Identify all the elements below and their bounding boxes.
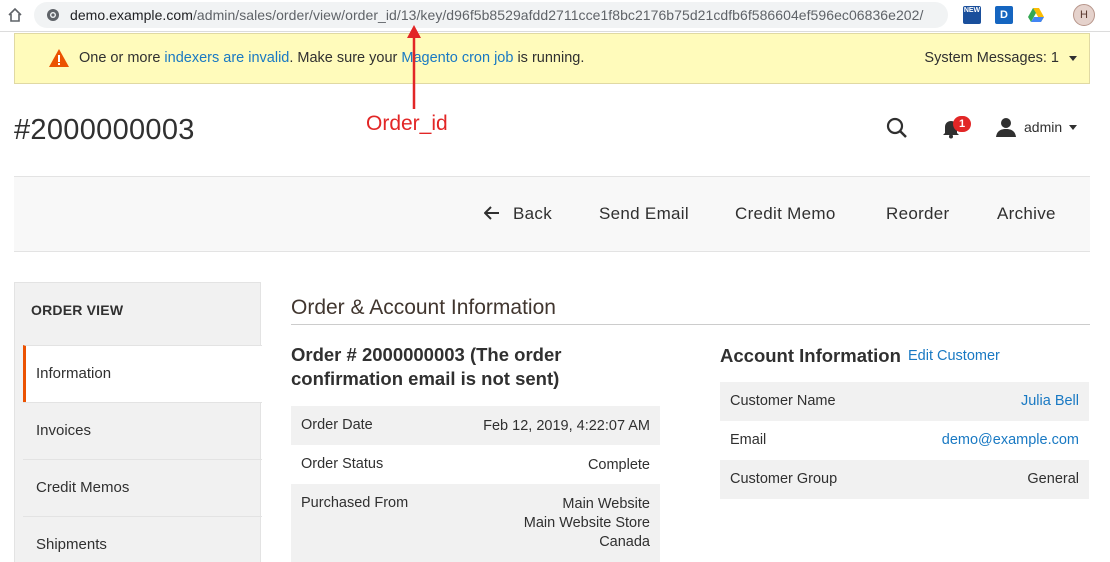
warning-icon [49, 49, 69, 67]
page-title: #2000000003 [14, 114, 195, 146]
order-heading: Order # 2000000003 (The order confirmati… [291, 344, 562, 389]
tab-invoices[interactable]: Invoices [23, 402, 262, 459]
archive-button[interactable]: Archive [997, 204, 1056, 224]
row-label: Customer Group [730, 471, 838, 487]
d-extension-label: D [1000, 9, 1008, 21]
section-divider [291, 324, 1090, 325]
table-row: Customer Group General [720, 460, 1089, 499]
reorder-button[interactable]: Reorder [886, 204, 950, 224]
profile-avatar[interactable]: H [1073, 4, 1095, 26]
url-path: /admin/sales/order/view/order_id/13/key/… [192, 7, 924, 23]
user-icon[interactable] [995, 116, 1017, 138]
news-extension-icon[interactable]: NEW [963, 6, 981, 24]
row-label: Customer Name [730, 393, 836, 409]
order-status-value: Complete [587, 457, 650, 473]
site-info-icon[interactable] [46, 8, 60, 22]
table-row: Order Date Feb 12, 2019, 4:22:07 AM [291, 406, 660, 445]
message-middle: . Make sure your [289, 50, 402, 66]
edit-customer-link[interactable]: Edit Customer [908, 348, 1000, 364]
table-row: Email demo@example.com [720, 421, 1089, 460]
table-row: Customer Name Julia Bell [720, 382, 1089, 421]
system-message-text: One or more indexers are invalid. Make s… [79, 50, 584, 66]
customer-group-value: General [1027, 471, 1079, 487]
indexers-link[interactable]: indexers are invalid [164, 50, 289, 66]
row-label: Email [730, 432, 767, 448]
tab-credit-memos[interactable]: Credit Memos [23, 459, 262, 516]
system-messages-count[interactable]: System Messages: 1 [924, 50, 1059, 66]
search-icon[interactable] [886, 117, 908, 139]
table-row: Order Status Complete [291, 445, 660, 484]
nav-title: ORDER VIEW [31, 302, 124, 318]
tab-label: Invoices [36, 422, 92, 439]
customer-email-link[interactable]: demo@example.com [942, 432, 1079, 448]
annotation-arrow [407, 25, 421, 109]
browser-toolbar: demo.example.com/admin/sales/order/view/… [0, 0, 1110, 32]
purchased-from-value: Main Website Main Website Store Canada [524, 495, 650, 552]
news-extension-label: NEW [963, 7, 981, 14]
google-drive-icon[interactable] [1027, 6, 1045, 24]
website-name: Main Website [562, 496, 650, 512]
url-text[interactable]: demo.example.com/admin/sales/order/view/… [70, 7, 923, 23]
table-row: Purchased From Main Website Main Website… [291, 484, 660, 562]
row-label: Purchased From [301, 495, 409, 511]
tab-shipments[interactable]: Shipments [23, 516, 262, 562]
chevron-down-icon[interactable] [1069, 56, 1077, 61]
store-view-name: Canada [599, 534, 650, 550]
customer-name-link[interactable]: Julia Bell [1021, 393, 1079, 409]
order-info-table: Order Date Feb 12, 2019, 4:22:07 AM Orde… [291, 406, 660, 562]
row-label: Order Date [301, 417, 373, 433]
back-button[interactable]: Back [513, 204, 552, 224]
order-date-value: Feb 12, 2019, 4:22:07 AM [483, 418, 650, 434]
profile-initial: H [1080, 9, 1088, 21]
admin-user-menu[interactable]: admin [1024, 119, 1062, 135]
home-icon[interactable] [6, 6, 24, 24]
credit-memo-button[interactable]: Credit Memo [735, 204, 836, 224]
notification-badge[interactable]: 1 [953, 116, 971, 132]
d-extension-icon[interactable]: D [995, 6, 1013, 24]
system-messages-banner: One or more indexers are invalid. Make s… [14, 33, 1090, 84]
account-info-heading: Account Information [720, 345, 901, 366]
send-email-button[interactable]: Send Email [599, 204, 689, 224]
tab-label: Shipments [36, 536, 107, 553]
message-prefix: One or more [79, 50, 165, 66]
tab-label: Credit Memos [36, 479, 130, 496]
chevron-down-icon[interactable] [1069, 125, 1077, 130]
url-host: demo.example.com [70, 7, 193, 23]
annotation-label: Order_id [366, 112, 448, 135]
page-actions-bar: Back Send Email Credit Memo Reorder Arch… [14, 176, 1090, 252]
tab-label: Information [36, 365, 112, 382]
store-name: Main Website Store [523, 515, 650, 531]
account-info-table: Customer Name Julia Bell Email demo@exam… [720, 382, 1089, 499]
section-title: Order & Account Information [291, 296, 556, 319]
back-arrow-icon[interactable] [484, 206, 500, 220]
message-suffix: is running. [513, 50, 585, 66]
order-view-nav: ORDER VIEW Information Invoices Credit M… [14, 282, 262, 562]
row-label: Order Status [301, 456, 384, 472]
address-bar[interactable]: demo.example.com/admin/sales/order/view/… [34, 2, 948, 28]
tab-information[interactable]: Information [23, 345, 262, 402]
